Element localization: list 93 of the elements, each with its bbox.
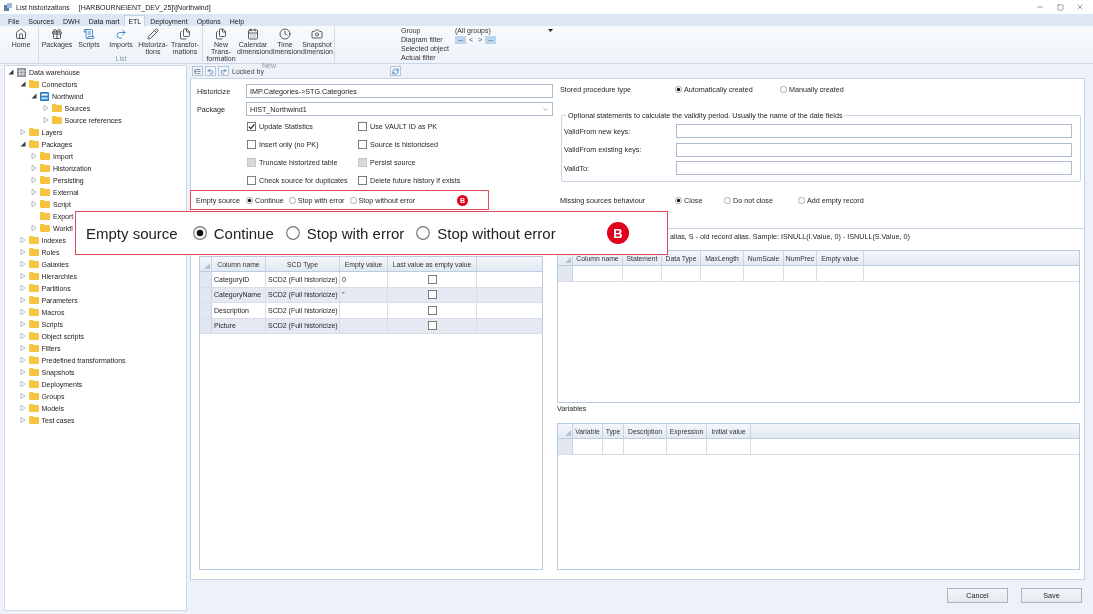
checkbox[interactable]	[427, 290, 437, 300]
corner-triangle-icon	[565, 430, 571, 436]
row-header[interactable]	[558, 266, 573, 281]
radio-option[interactable]: Continue	[192, 224, 274, 242]
radio-button[interactable]	[246, 196, 253, 204]
radio-button[interactable]	[675, 85, 682, 93]
folder-icon	[40, 164, 50, 172]
calendar-icon	[247, 28, 259, 40]
radio-button[interactable]	[416, 226, 431, 240]
folder-icon	[28, 272, 39, 280]
gift-icon	[51, 28, 63, 40]
caret-icon	[548, 29, 553, 32]
folder-icon	[28, 380, 39, 388]
radio-button[interactable]	[798, 196, 805, 204]
refresh-icon	[392, 67, 399, 75]
checkbox[interactable]	[247, 139, 256, 149]
folder-icon	[28, 416, 39, 424]
tree-expander-icon[interactable]	[19, 141, 26, 147]
folder-icon	[40, 200, 50, 208]
scroll-icon	[83, 28, 95, 40]
text-field[interactable]	[676, 161, 1072, 175]
radio-option[interactable]: Stop with error	[285, 224, 405, 242]
clock-icon	[279, 28, 291, 40]
app-icon	[4, 3, 12, 11]
checkbox[interactable]	[358, 121, 367, 131]
radio-button[interactable]	[780, 85, 787, 93]
folder-icon	[40, 212, 50, 220]
undo-icon	[207, 67, 214, 75]
tree-expander-icon[interactable]	[19, 81, 26, 87]
list-tree-icon	[194, 67, 201, 75]
tree-expander-icon[interactable]	[8, 69, 14, 75]
folder-icon	[51, 104, 62, 112]
folder-icon	[28, 296, 39, 304]
checkbox[interactable]	[427, 274, 437, 284]
row-header[interactable]	[200, 303, 212, 318]
folder-icon	[28, 128, 39, 136]
documents-icon	[215, 28, 227, 40]
folder-icon	[28, 320, 39, 328]
camera-icon	[311, 28, 323, 40]
radio-button[interactable]	[285, 226, 300, 240]
folder-icon	[40, 176, 50, 184]
tree-expander-icon[interactable]	[31, 93, 37, 99]
text-field[interactable]	[676, 124, 1072, 138]
minimize-icon	[1036, 3, 1044, 11]
row-header[interactable]	[558, 439, 573, 454]
folder-icon	[28, 80, 39, 88]
folder-icon	[28, 308, 39, 316]
folder-icon	[40, 152, 50, 160]
refresh-button[interactable]	[390, 66, 401, 76]
folder-icon	[28, 332, 39, 340]
radio-button[interactable]	[675, 196, 682, 204]
corner-triangle-icon	[204, 263, 210, 269]
folder-icon	[28, 260, 39, 268]
folder-icon	[28, 344, 39, 352]
close-icon	[1076, 3, 1084, 11]
radio-button[interactable]	[349, 196, 357, 204]
maximize-icon	[1056, 3, 1064, 11]
folder-icon	[28, 284, 39, 292]
corner-triangle-icon	[565, 257, 571, 263]
undo-button[interactable]	[205, 66, 216, 76]
redo-icon	[220, 67, 227, 75]
checkbox[interactable]	[247, 175, 256, 185]
folder-icon	[40, 224, 50, 232]
callout-label: Empty source	[86, 224, 178, 242]
checkbox[interactable]	[427, 305, 437, 315]
folder-icon	[28, 368, 39, 376]
radio-option[interactable]: Stop without error	[416, 224, 556, 242]
folder-icon	[28, 404, 39, 412]
folder-icon	[28, 236, 39, 244]
chevron-down-icon	[542, 105, 549, 113]
documents-icon	[179, 28, 191, 40]
folder-icon	[28, 140, 39, 148]
curved-arrow-icon	[115, 28, 127, 40]
tree-view-button[interactable]	[192, 66, 203, 76]
checkbox[interactable]	[358, 175, 367, 185]
house-icon	[15, 28, 27, 40]
annotation-marker: B	[607, 222, 629, 244]
folder-icon	[51, 116, 62, 124]
folder-icon	[40, 188, 50, 196]
pencil-icon	[147, 28, 159, 40]
radio-button[interactable]	[288, 196, 296, 204]
folder-icon	[28, 248, 39, 256]
row-header[interactable]	[200, 272, 212, 287]
folder-icon	[28, 356, 39, 364]
checkbox[interactable]	[358, 139, 367, 149]
checkbox[interactable]	[427, 321, 437, 331]
text-field[interactable]	[676, 142, 1072, 157]
folder-icon	[28, 392, 39, 400]
checkbox[interactable]	[247, 121, 256, 131]
radio-button[interactable]	[192, 226, 207, 240]
redo-button[interactable]	[218, 66, 229, 76]
radio-button[interactable]	[724, 196, 731, 204]
database-icon	[40, 91, 49, 101]
